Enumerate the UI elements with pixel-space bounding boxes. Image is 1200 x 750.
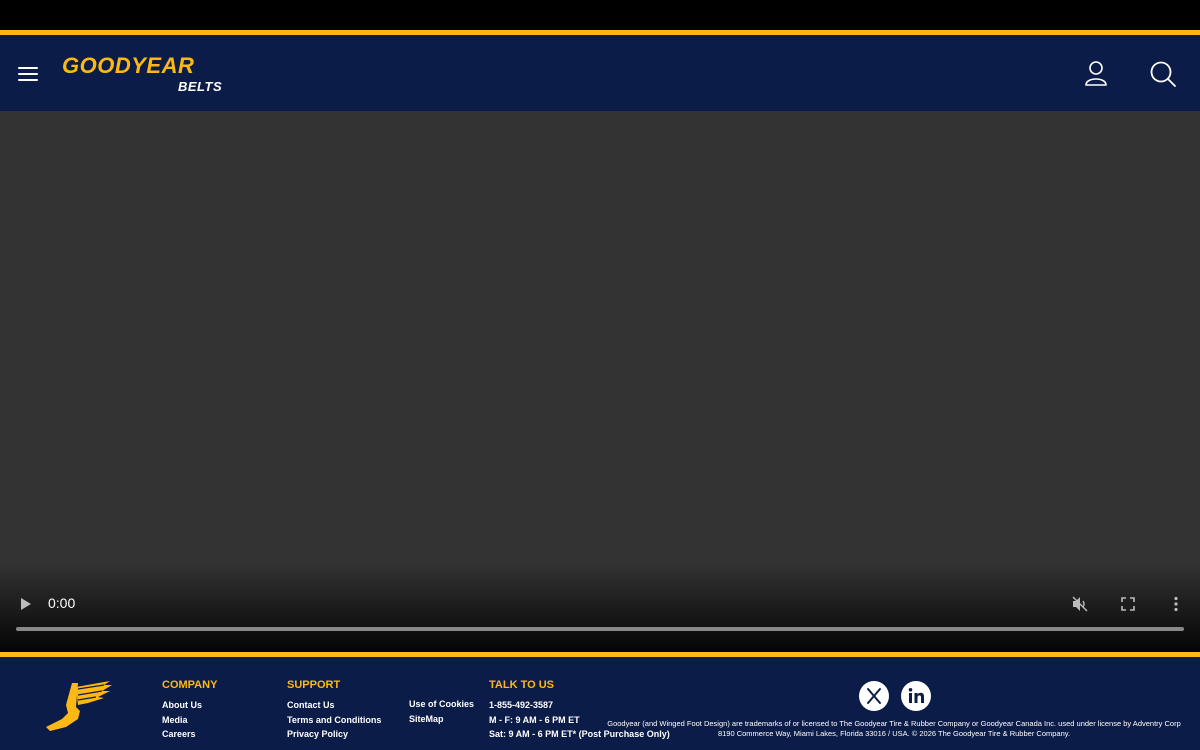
footer-link-about[interactable]: About Us	[162, 698, 217, 713]
x-twitter-icon[interactable]	[859, 681, 889, 711]
site-header: GOODYEAR BELTS	[0, 30, 1200, 111]
footer-company-column: COMPANY About Us Media Careers	[162, 679, 217, 742]
footer-link-contact[interactable]: Contact Us	[287, 698, 381, 713]
video-time: 0:00	[48, 595, 76, 611]
logo-sub-text: BELTS	[178, 79, 223, 94]
footer-support-column-2: Use of Cookies SiteMap	[409, 697, 474, 726]
video-controls-gradient	[0, 562, 1200, 652]
linkedin-icon[interactable]	[901, 681, 931, 711]
muted-volume-icon[interactable]	[1070, 594, 1090, 614]
user-account-icon[interactable]	[1082, 59, 1110, 87]
footer-talk-title: TALK TO US	[489, 679, 554, 691]
top-bar	[0, 0, 1200, 30]
footer-phone-link[interactable]: 1-855-492-3587	[489, 698, 670, 713]
fullscreen-icon[interactable]	[1118, 594, 1138, 614]
search-icon[interactable]	[1148, 59, 1178, 89]
video-progress-bar[interactable]	[16, 627, 1184, 631]
legal-line-1: Goodyear (and Winged Foot Design) are tr…	[607, 719, 1181, 728]
footer-link-media[interactable]: Media	[162, 713, 217, 728]
footer-legal-text: Goodyear (and Winged Foot Design) are tr…	[588, 719, 1200, 739]
footer-support-title: SUPPORT	[287, 679, 341, 691]
winged-foot-logo-icon[interactable]	[42, 677, 114, 735]
hamburger-menu-icon[interactable]	[16, 63, 40, 83]
play-icon[interactable]	[14, 593, 36, 615]
footer-link-careers[interactable]: Careers	[162, 727, 217, 742]
footer-company-title: COMPANY	[162, 679, 218, 691]
footer-link-cookies[interactable]: Use of Cookies	[409, 697, 474, 712]
footer-support-column: SUPPORT Contact Us Terms and Conditions …	[287, 679, 381, 742]
legal-line-2: 8190 Commerce Way, Miami Lakes, Florida …	[717, 729, 1071, 738]
site-footer: COMPANY About Us Media Careers SUPPORT C…	[0, 652, 1200, 750]
logo-main-text: GOODYEAR	[62, 53, 195, 78]
footer-link-terms[interactable]: Terms and Conditions	[287, 713, 381, 728]
footer-link-sitemap[interactable]: SiteMap	[409, 712, 474, 727]
more-options-icon[interactable]	[1166, 594, 1186, 614]
video-player[interactable]: 0:00	[0, 111, 1200, 652]
goodyear-belts-logo[interactable]: GOODYEAR BELTS	[60, 49, 230, 99]
footer-link-privacy[interactable]: Privacy Policy	[287, 727, 381, 742]
